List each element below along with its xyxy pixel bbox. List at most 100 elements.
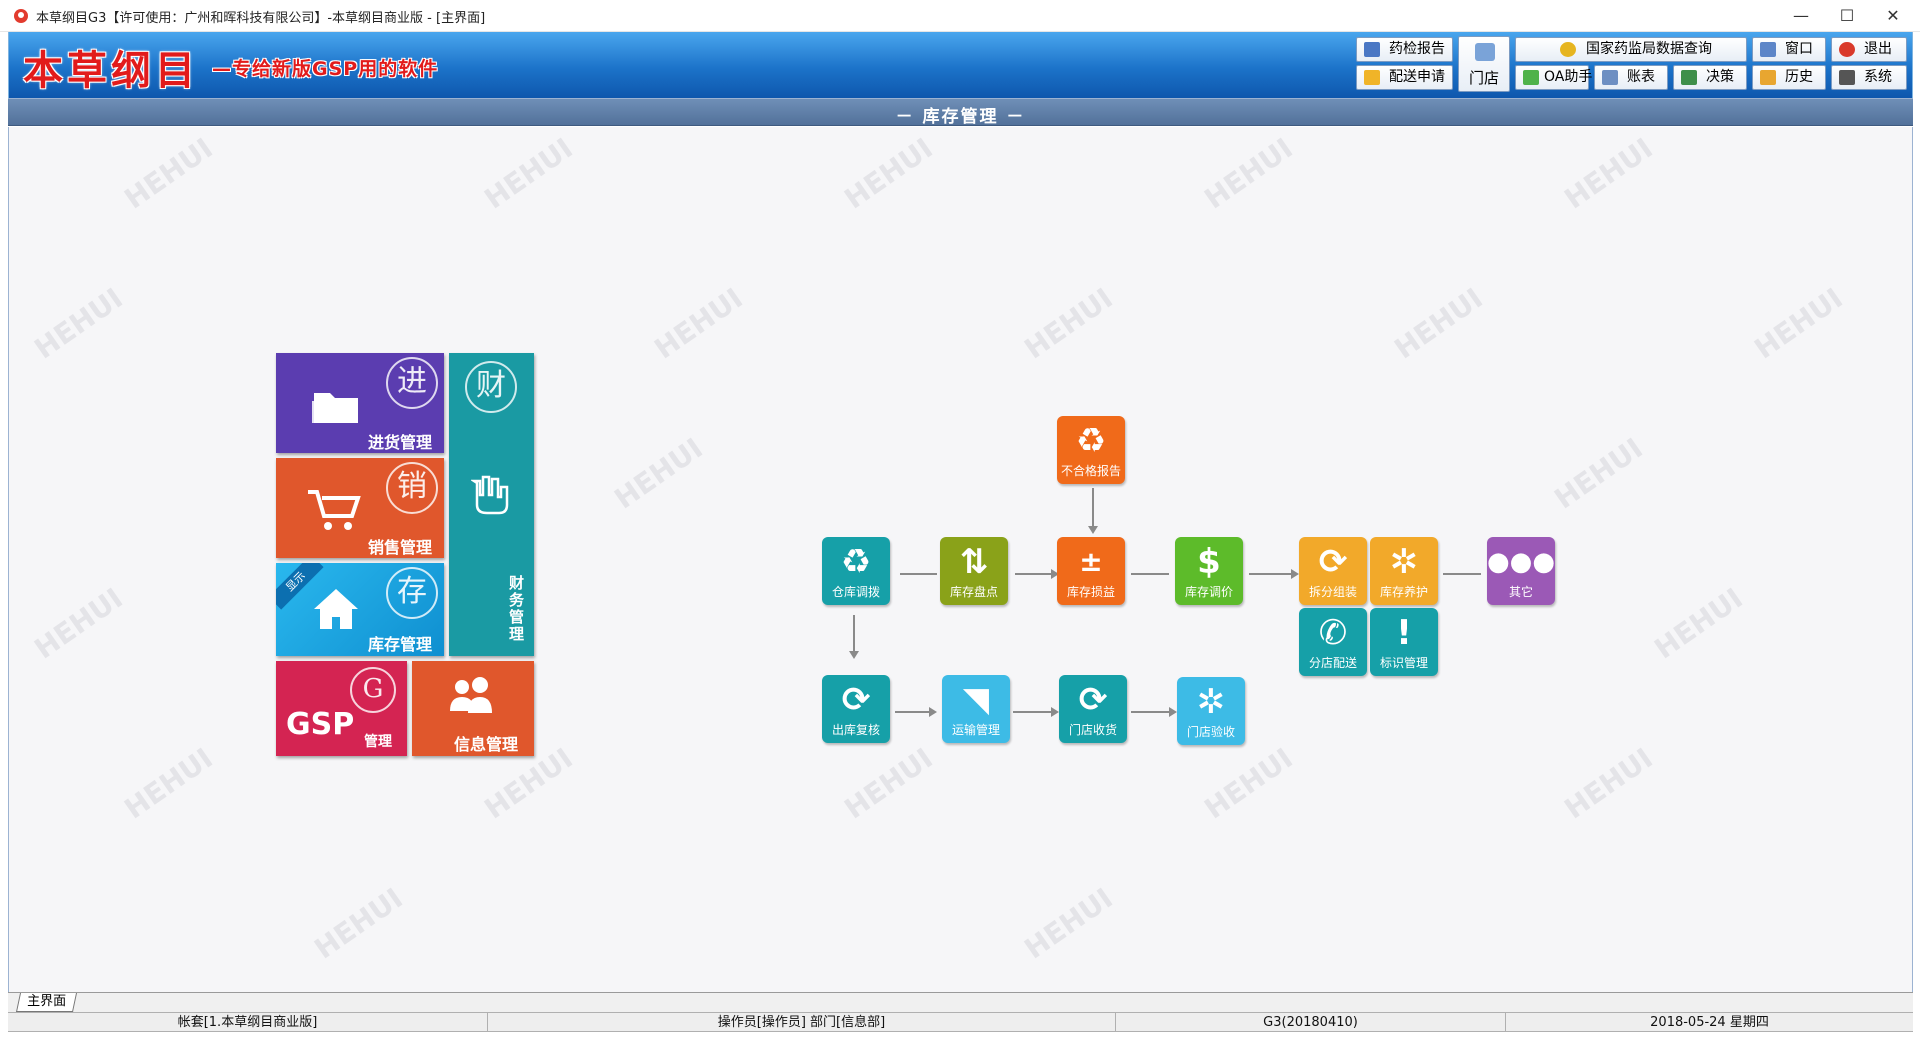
label-management-tile[interactable]: ! 标识管理	[1370, 608, 1438, 676]
oa-assistant-button[interactable]: OA助手	[1515, 65, 1592, 90]
status-version: G3(20180410)	[1116, 1013, 1506, 1032]
document-tab-strip: 主界面	[8, 992, 1913, 1012]
folder-icon	[312, 393, 358, 423]
maximize-button[interactable]: ☐	[1824, 0, 1870, 32]
decision-label: 决策	[1706, 69, 1734, 85]
connector-arrow	[929, 707, 937, 717]
connector-arrow	[1051, 707, 1059, 717]
exit-icon	[1839, 42, 1855, 57]
watermark: HEHUI	[1648, 581, 1749, 666]
nonconforming-report-label: 不合格报告	[1060, 464, 1121, 478]
users-icon	[450, 677, 492, 713]
nmpa-query-button[interactable]: 国家药监局数据查询	[1515, 37, 1747, 62]
store-button[interactable]: 门店	[1458, 36, 1510, 92]
chat-icon	[1523, 70, 1539, 85]
watermark: HEHUI	[118, 741, 219, 826]
drug-inspection-report-button[interactable]: 药检报告	[1356, 37, 1453, 62]
watermark: HEHUI	[1748, 281, 1849, 366]
connector	[853, 615, 855, 653]
store-delivery-tile[interactable]: ✆ 分店配送	[1299, 608, 1367, 676]
watermark: HEHUI	[648, 281, 749, 366]
drug-inspection-report-label: 药检报告	[1389, 41, 1445, 57]
shield-icon	[1560, 42, 1576, 57]
split-assemble-tile[interactable]: ⟳ 拆分组装	[1299, 537, 1367, 605]
status-bar: 帐套[1.本草纲目商业版] 操作员[操作员] 部门[信息部] G3(201804…	[8, 1012, 1913, 1032]
sales-label: 销售管理	[368, 538, 433, 557]
report-icon	[1364, 42, 1380, 57]
connector	[1131, 711, 1171, 713]
watermark: HEHUI	[1558, 741, 1659, 826]
system-button[interactable]: 系统	[1831, 65, 1907, 90]
minimize-button[interactable]: —	[1778, 0, 1824, 32]
nonconforming-report-tile[interactable]: ♻ 不合格报告	[1057, 416, 1125, 484]
connector	[1092, 488, 1094, 528]
delivery-request-button[interactable]: 配送申请	[1356, 65, 1453, 90]
section-title: － 库存管理 －	[895, 107, 1026, 127]
transport-management-label: 运输管理	[951, 723, 1000, 737]
aperture-icon: ✲	[1196, 682, 1226, 722]
sales-management-tile[interactable]: 销 销售管理	[276, 458, 444, 558]
status-date: 2018-05-24 星期四	[1650, 1015, 1769, 1030]
sales-char-icon: 销	[386, 462, 438, 514]
status-account: 帐套[1.本草纲目商业版]	[8, 1013, 488, 1032]
app-slogan: —专给新版GSP用的软件	[212, 58, 439, 80]
watermark: HEHUI	[1198, 741, 1299, 826]
ledger-button[interactable]: 账表	[1594, 65, 1668, 90]
home-icon	[314, 589, 358, 629]
decision-button[interactable]: 决策	[1673, 65, 1747, 90]
aperture-icon: ✲	[1389, 542, 1419, 582]
store-acceptance-tile[interactable]: ✲ 门店验收	[1177, 677, 1245, 745]
section-header: － 库存管理 －	[8, 98, 1913, 127]
phone-icon: ✆	[1318, 613, 1348, 653]
more-dots-icon: ●●●	[1487, 547, 1556, 577]
dollar-icon: $	[1197, 542, 1221, 582]
connector-arrow	[849, 651, 859, 659]
exit-button[interactable]: 退出	[1831, 37, 1907, 62]
system-label: 系统	[1864, 69, 1892, 85]
info-management-tile[interactable]: 信息管理	[412, 661, 534, 756]
connector	[900, 573, 937, 575]
finance-label: 财务管理	[509, 574, 525, 643]
stock-profit-loss-tile[interactable]: ± 库存损益	[1057, 537, 1125, 605]
status-operator: 操作员[操作员] 部门[信息部]	[488, 1013, 1116, 1032]
watermark: HEHUI	[1198, 131, 1299, 216]
plus-minus-box-icon: ±	[1079, 545, 1103, 578]
close-button[interactable]: ✕	[1870, 0, 1916, 32]
other-label: 其它	[1508, 585, 1533, 599]
watermark: HEHUI	[1558, 131, 1659, 216]
connector	[1443, 573, 1481, 575]
recycle-icon: ♻	[1075, 421, 1107, 461]
stock-price-adjust-label: 库存调价	[1184, 585, 1233, 599]
purchase-management-tile[interactable]: 进 进货管理	[276, 353, 444, 453]
transport-management-tile[interactable]: ◥ 运输管理	[942, 675, 1010, 743]
lightning-icon	[1364, 70, 1380, 85]
finance-management-tile[interactable]: 财 财务管理	[449, 353, 534, 656]
stock-count-tile[interactable]: ⇅ 库存盘点	[940, 537, 1008, 605]
purchase-label: 进货管理	[368, 433, 433, 452]
stock-maintenance-label: 库存养护	[1379, 585, 1428, 599]
outbound-recheck-label: 出库复核	[831, 723, 880, 737]
gsp-management-tile[interactable]: G GSP 管理	[276, 661, 407, 756]
app-logo: 本草纲目	[23, 47, 199, 94]
store-receiving-tile[interactable]: ⟳ 门店收货	[1059, 675, 1127, 743]
outbound-recheck-tile[interactable]: ⟳ 出库复核	[822, 675, 890, 743]
stock-price-adjust-tile[interactable]: $ 库存调价	[1175, 537, 1243, 605]
inventory-management-tile[interactable]: 显示 存 库存管理	[276, 563, 444, 656]
other-tile[interactable]: ●●● 其它	[1487, 537, 1555, 605]
title-bar: 本草纲目G3【许可使用：广州和晖科技有限公司】-本草纲目商业版 - [主界面] …	[0, 0, 1920, 32]
store-receiving-label: 门店收货	[1068, 723, 1117, 737]
purchase-char-icon: 进	[386, 357, 438, 409]
connector-arrow	[1291, 569, 1299, 579]
stock-maintenance-tile[interactable]: ✲ 库存养护	[1370, 537, 1438, 605]
window-menu-button[interactable]: 窗口	[1752, 37, 1826, 62]
finance-char-icon: 财	[465, 361, 517, 413]
watermark: HEHUI	[28, 581, 129, 666]
warehouse-transfer-tile[interactable]: ♻ 仓库调拨	[822, 537, 890, 605]
split-assemble-label: 拆分组装	[1308, 585, 1357, 599]
history-button[interactable]: 历史	[1752, 65, 1826, 90]
connector	[1131, 573, 1169, 575]
ledger-label: 账表	[1627, 69, 1655, 85]
tab-main-interface[interactable]: 主界面	[15, 993, 78, 1012]
window-menu-label: 窗口	[1785, 41, 1813, 57]
recycle-icon: ♻	[840, 542, 872, 582]
